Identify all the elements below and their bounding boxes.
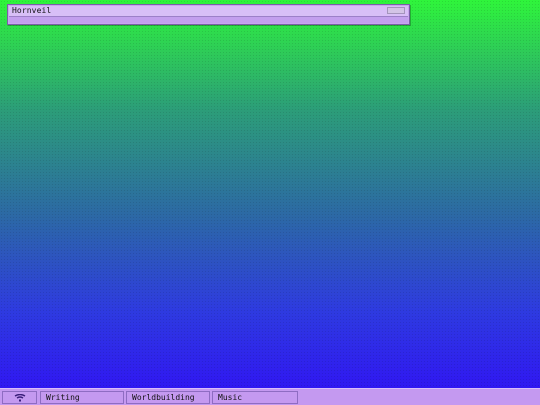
window-titlebar[interactable]: Hornveil [9,6,408,17]
start-button[interactable] [2,391,37,404]
window-control-button[interactable] [387,7,405,14]
window-body [9,17,408,23]
taskbar: Writing Worldbuilding Music [0,388,540,405]
wifi-signal-icon [14,393,25,401]
desktop-background [0,0,540,388]
window-title: Hornveil [12,6,52,15]
hornveil-window[interactable]: Hornveil [7,4,410,25]
taskbar-item-writing[interactable]: Writing [40,391,124,404]
taskbar-item-worldbuilding[interactable]: Worldbuilding [126,391,210,404]
taskbar-item-music[interactable]: Music [212,391,298,404]
